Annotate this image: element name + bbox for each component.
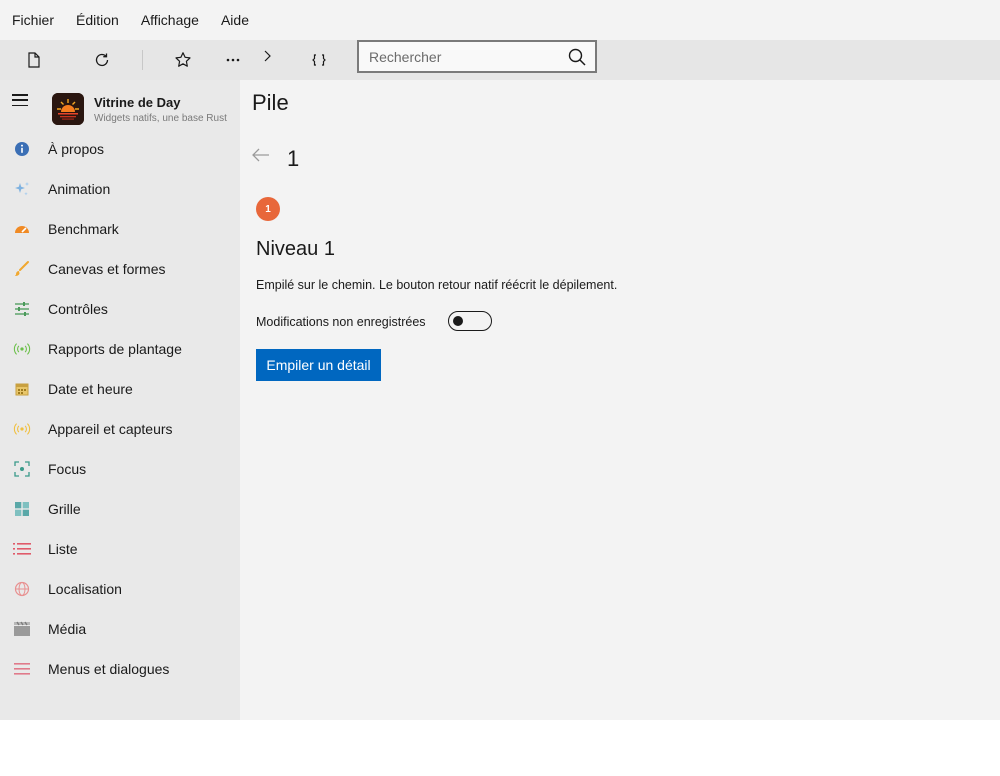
sidebar-item-appareil[interactable]: Appareil et capteurs	[0, 409, 240, 449]
unsaved-changes-toggle[interactable]	[448, 311, 492, 331]
sidebar-item-label: Liste	[48, 541, 78, 557]
sidebar-item-label: Localisation	[48, 581, 122, 597]
menu-edition[interactable]: Édition	[76, 12, 119, 28]
gauge-icon	[13, 220, 31, 238]
new-file-icon[interactable]	[22, 48, 46, 72]
search-input[interactable]	[359, 42, 549, 71]
sidebar-item-label: Menus et dialogues	[48, 661, 170, 677]
sparkle-icon	[13, 180, 31, 198]
app-logo	[52, 93, 84, 125]
sidebar-item-media[interactable]: Média	[0, 609, 240, 649]
main-content: Pile 1 1 Niveau 1 Empilé sur le chemin. …	[240, 80, 1000, 720]
sidebar-item-animation[interactable]: Animation	[0, 169, 240, 209]
search-icon[interactable]	[567, 47, 587, 67]
sidebar-item-label: Canevas et formes	[48, 261, 166, 277]
menu-lines-icon	[13, 660, 31, 678]
toolbar-separator	[142, 50, 143, 70]
broadcast-icon	[13, 340, 31, 358]
list-icon	[13, 540, 31, 558]
focus-icon	[13, 460, 31, 478]
braces-icon[interactable]	[307, 48, 331, 72]
sidebar-item-benchmark[interactable]: Benchmark	[0, 209, 240, 249]
sidebar-item-label: Animation	[48, 181, 111, 197]
star-icon[interactable]	[171, 48, 195, 72]
level-badge: 1	[256, 197, 280, 221]
globe-icon	[13, 580, 31, 598]
sensor-icon	[13, 420, 31, 438]
refresh-icon[interactable]	[90, 48, 114, 72]
sidebar-item-controles[interactable]: Contrôles	[0, 289, 240, 329]
toggle-knob	[453, 315, 463, 326]
info-icon	[13, 140, 31, 158]
page-title: Pile	[252, 90, 289, 115]
menu-aide[interactable]: Aide	[221, 12, 249, 28]
back-arrow-icon[interactable]	[250, 144, 272, 166]
stack-level-number: 1	[287, 146, 300, 171]
sidebar-item-label: Benchmark	[48, 221, 119, 237]
sidebar-item-label: Focus	[48, 461, 87, 477]
app-subtitle: Widgets natifs, une base Rust	[94, 113, 227, 124]
sliders-icon	[13, 300, 31, 318]
search-box	[357, 40, 597, 73]
level-description: Empilé sur le chemin. Le bouton retour n…	[256, 278, 618, 292]
menu-bar: Fichier Édition Affichage Aide	[0, 0, 1000, 40]
sidebar-item-label: Rapports de plantage	[48, 341, 182, 357]
sidebar-item-label: Appareil et capteurs	[48, 421, 173, 437]
unsaved-changes-label: Modifications non enregistrées	[256, 315, 426, 329]
clapper-icon	[13, 620, 31, 638]
sidebar-item-label: Contrôles	[48, 301, 108, 317]
sidebar-item-localisation[interactable]: Localisation	[0, 569, 240, 609]
more-icon[interactable]	[221, 48, 245, 72]
level-heading: Niveau 1	[256, 238, 335, 260]
hamburger-menu-icon[interactable]	[12, 94, 28, 106]
calendar-icon	[13, 380, 31, 398]
push-detail-button[interactable]: Empiler un détail	[256, 349, 381, 381]
sidebar: Vitrine de Day Widgets natifs, une base …	[0, 80, 240, 720]
sidebar-item-menus[interactable]: Menus et dialogues	[0, 649, 240, 689]
toolbar	[0, 40, 1000, 80]
sidebar-item-date-heure[interactable]: Date et heure	[0, 369, 240, 409]
app-window: Fichier Édition Affichage Aide Recherche…	[0, 0, 1000, 720]
app-title: Vitrine de Day	[94, 95, 181, 110]
sidebar-item-canevas[interactable]: Canevas et formes	[0, 249, 240, 289]
menu-affichage[interactable]: Affichage	[141, 12, 199, 28]
sidebar-item-label: Date et heure	[48, 381, 133, 397]
sidebar-item-focus[interactable]: Focus	[0, 449, 240, 489]
chevron-right-icon[interactable]	[255, 44, 279, 68]
sidebar-item-grille[interactable]: Grille	[0, 489, 240, 529]
menu-fichier[interactable]: Fichier	[12, 12, 54, 28]
sidebar-item-label: À propos	[48, 141, 105, 157]
sidebar-item-liste[interactable]: Liste	[0, 529, 240, 569]
grid-icon	[13, 500, 31, 518]
sidebar-item-a-propos[interactable]: À propos	[0, 129, 240, 169]
sidebar-item-label: Grille	[48, 501, 81, 517]
brush-icon	[13, 260, 31, 278]
sidebar-item-label: Média	[48, 621, 87, 637]
sidebar-item-rapports[interactable]: Rapports de plantage	[0, 329, 240, 369]
